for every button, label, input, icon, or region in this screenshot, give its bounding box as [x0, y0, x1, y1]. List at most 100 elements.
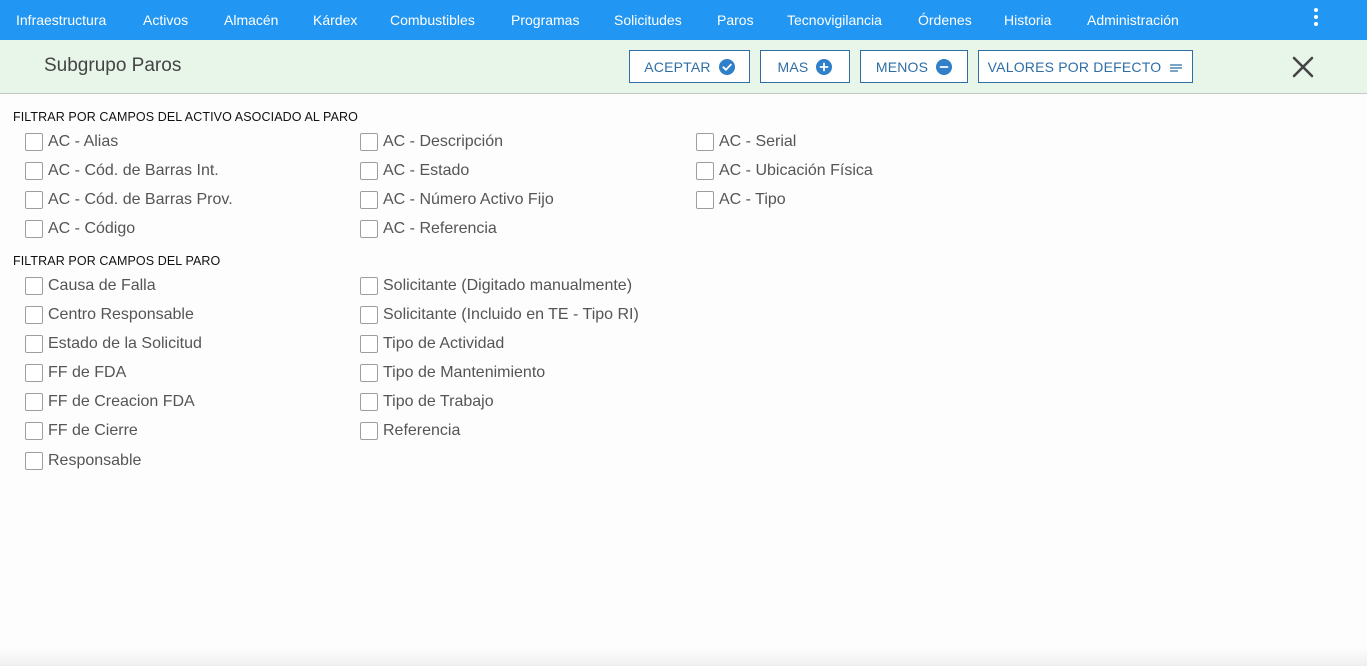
checkbox-label: Tipo de Mantenimiento [383, 364, 546, 381]
checkbox-label: Centro Responsable [48, 306, 194, 323]
nav-item-ordenes[interactable]: Órdenes [918, 0, 972, 40]
checkbox-ac-cod-barras-int[interactable]: AC - Cód. de Barras Int. [25, 160, 219, 182]
bottom-edge-shadow [0, 648, 1367, 666]
nav-item-kardex[interactable]: Kárdex [313, 0, 357, 40]
dialog-toolbar: Subgrupo Paros ACEPTAR MAS MENOS VALORES… [0, 40, 1367, 94]
checkbox-ac-codigo[interactable]: AC - Código [25, 218, 135, 240]
check-circle-icon [718, 58, 735, 75]
nav-item-administracion[interactable]: Administración [1087, 0, 1179, 40]
nav-item-almacen[interactable]: Almacén [224, 0, 278, 40]
checkbox-label: AC - Número Activo Fijo [383, 191, 554, 208]
checkbox-box[interactable] [25, 393, 43, 411]
nav-item-programas[interactable]: Programas [511, 0, 579, 40]
less-button-label: MENOS [875, 58, 929, 75]
section-title-asset-fields: FILTRAR POR CAMPOS DEL ACTIVO ASOCIADO A… [13, 110, 358, 124]
checkbox-label: Estado de la Solicitud [48, 335, 202, 352]
checkbox-box[interactable] [25, 422, 43, 440]
nav-item-activos[interactable]: Activos [143, 0, 188, 40]
checkbox-box[interactable] [25, 191, 43, 209]
checkbox-ac-numero-activo-fijo[interactable]: AC - Número Activo Fijo [360, 189, 554, 211]
checkbox-label: Solicitante (Digitado manualmente) [383, 277, 633, 294]
checkbox-box[interactable] [25, 162, 43, 180]
checkbox-tipo-de-mantenimiento[interactable]: Tipo de Mantenimiento [360, 362, 545, 384]
add-circle-icon [816, 58, 833, 75]
checkbox-label: Causa de Falla [48, 277, 156, 294]
checkbox-label: AC - Cód. de Barras Int. [48, 162, 219, 179]
checkbox-box[interactable] [360, 364, 378, 382]
checkbox-box[interactable] [360, 220, 378, 238]
checkbox-ac-referencia[interactable]: AC - Referencia [360, 218, 497, 240]
checkbox-ac-tipo[interactable]: AC - Tipo [696, 189, 786, 211]
checkbox-box[interactable] [360, 422, 378, 440]
checkbox-ff-creacion-fda[interactable]: FF de Creacion FDA [25, 391, 195, 413]
checkbox-box[interactable] [360, 191, 378, 209]
checkbox-label: AC - Descripción [383, 133, 504, 150]
default-values-button[interactable]: VALORES POR DEFECTO [978, 50, 1193, 83]
checkbox-ac-estado[interactable]: AC - Estado [360, 160, 469, 182]
checkbox-label: Tipo de Actividad [383, 335, 505, 352]
checkbox-box[interactable] [25, 220, 43, 238]
lines-icon [1169, 61, 1183, 73]
checkbox-label: AC - Alias [48, 133, 119, 150]
checkbox-box[interactable] [360, 306, 378, 324]
checkbox-ac-ubicacion-fisica[interactable]: AC - Ubicación Física [696, 160, 873, 182]
checkbox-label: FF de Creacion FDA [48, 393, 195, 410]
checkbox-label: AC - Referencia [383, 220, 497, 237]
close-icon[interactable] [1290, 54, 1316, 80]
page-title: Subgrupo Paros [44, 55, 182, 76]
nav-item-solicitudes[interactable]: Solicitudes [614, 0, 682, 40]
more-button[interactable]: MAS [760, 50, 850, 83]
checkbox-ac-cod-barras-prov[interactable]: AC - Cód. de Barras Prov. [25, 189, 233, 211]
checkbox-box[interactable] [25, 335, 43, 353]
checkbox-box[interactable] [360, 277, 378, 295]
checkbox-estado-solicitud[interactable]: Estado de la Solicitud [25, 333, 202, 355]
checkbox-box[interactable] [696, 133, 714, 151]
checkbox-label: FF de FDA [48, 364, 127, 381]
checkbox-label: Referencia [383, 422, 461, 439]
checkbox-label: Responsable [48, 452, 142, 469]
checkbox-label: AC - Serial [719, 133, 797, 150]
top-navigation-bar: Infraestructura Activos Almacén Kárdex C… [0, 0, 1367, 40]
nav-item-historia[interactable]: Historia [1004, 0, 1051, 40]
checkbox-box[interactable] [25, 452, 43, 470]
checkbox-box[interactable] [25, 277, 43, 295]
checkbox-referencia[interactable]: Referencia [360, 420, 460, 442]
checkbox-box[interactable] [696, 191, 714, 209]
checkbox-solicitante-manual[interactable]: Solicitante (Digitado manualmente) [360, 275, 632, 297]
nav-item-paros[interactable]: Paros [717, 0, 754, 40]
checkbox-ff-de-cierre[interactable]: FF de Cierre [25, 420, 138, 442]
checkbox-ff-de-fda[interactable]: FF de FDA [25, 362, 126, 384]
more-options-icon[interactable] [1306, 6, 1326, 28]
checkbox-box[interactable] [360, 162, 378, 180]
checkbox-causa-de-falla[interactable]: Causa de Falla [25, 275, 156, 297]
checkbox-label: Solicitante (Incluido en TE - Tipo RI) [383, 306, 639, 323]
accept-button-label: ACEPTAR [644, 58, 711, 75]
checkbox-box[interactable] [25, 133, 43, 151]
default-values-button-label: VALORES POR DEFECTO [987, 58, 1162, 75]
checkbox-box[interactable] [696, 162, 714, 180]
nav-item-tecnovigilancia[interactable]: Tecnovigilancia [787, 0, 882, 40]
nav-item-combustibles[interactable]: Combustibles [390, 0, 475, 40]
checkbox-box[interactable] [25, 364, 43, 382]
checkbox-box[interactable] [360, 335, 378, 353]
checkbox-label: Tipo de Trabajo [383, 393, 494, 410]
checkbox-tipo-de-actividad[interactable]: Tipo de Actividad [360, 333, 504, 355]
checkbox-ac-descripcion[interactable]: AC - Descripción [360, 131, 503, 153]
checkbox-centro-responsable[interactable]: Centro Responsable [25, 304, 194, 326]
checkbox-label: AC - Código [48, 220, 136, 237]
nav-item-infraestructura[interactable]: Infraestructura [16, 0, 106, 40]
checkbox-label: AC - Estado [383, 162, 470, 179]
checkbox-box[interactable] [25, 306, 43, 324]
less-button[interactable]: MENOS [860, 50, 968, 83]
checkbox-box[interactable] [360, 133, 378, 151]
checkbox-tipo-de-trabajo[interactable]: Tipo de Trabajo [360, 391, 494, 413]
checkbox-solicitante-te-tipo-ri[interactable]: Solicitante (Incluido en TE - Tipo RI) [360, 304, 639, 326]
checkbox-responsable[interactable]: Responsable [25, 450, 141, 472]
checkbox-box[interactable] [360, 393, 378, 411]
checkbox-label: FF de Cierre [48, 422, 138, 439]
accept-button[interactable]: ACEPTAR [629, 50, 750, 83]
checkbox-label: AC - Ubicación Física [719, 162, 873, 179]
checkbox-ac-alias[interactable]: AC - Alias [25, 131, 118, 153]
checkbox-ac-serial[interactable]: AC - Serial [696, 131, 796, 153]
checkbox-label: AC - Cód. de Barras Prov. [48, 191, 233, 208]
